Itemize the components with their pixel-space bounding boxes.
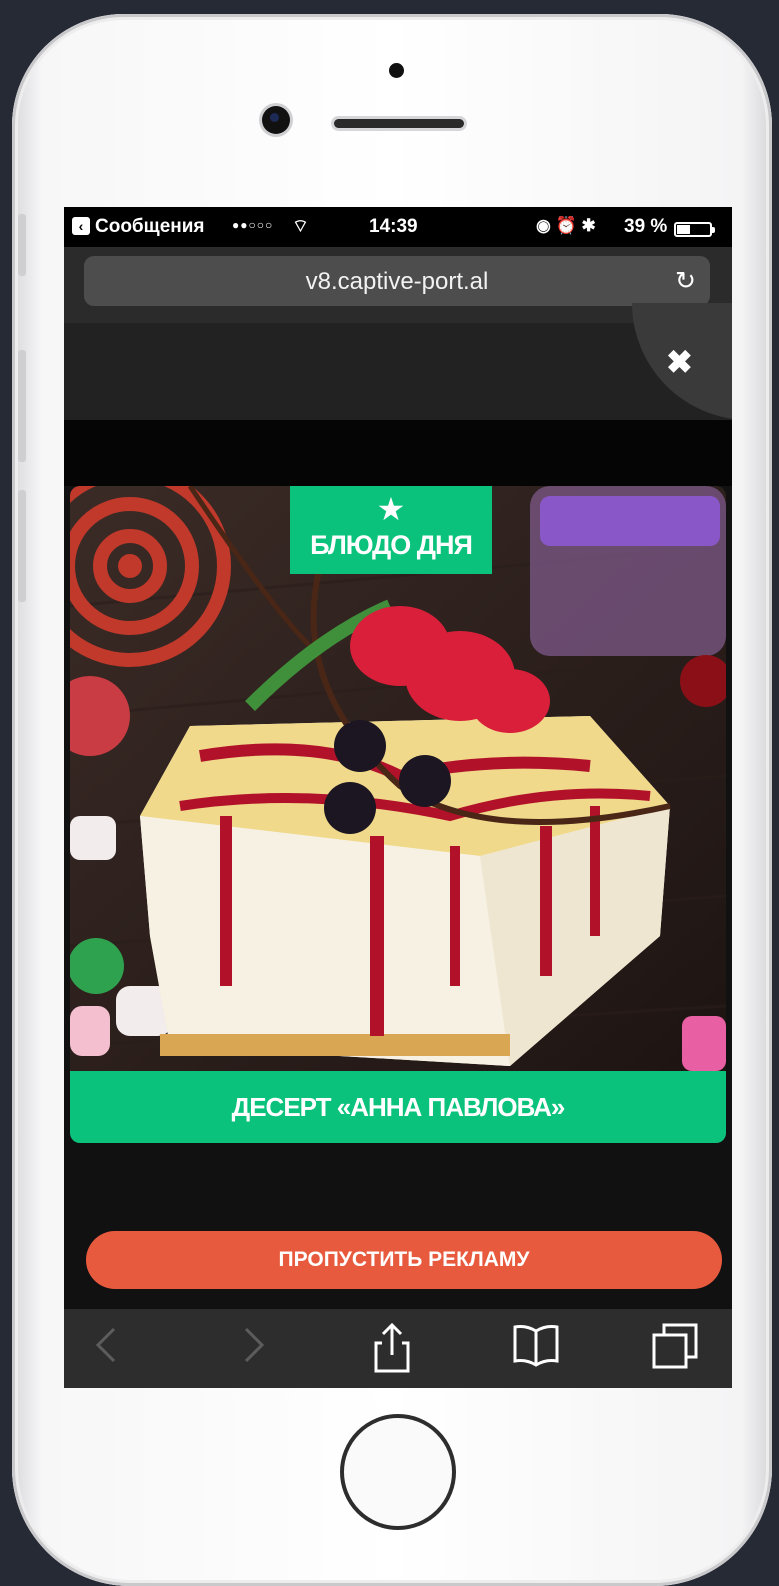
battery-icon	[674, 222, 715, 237]
wifi-icon: ⌔	[292, 216, 309, 236]
proximity-sensor	[389, 63, 404, 78]
home-button[interactable]	[340, 1414, 456, 1530]
screen: ‹ Сообщения ●●○○○ ⌔ 14:39 ◉ ⏰ ✱ 39 % v8.…	[64, 207, 732, 1388]
alarm-bluetooth-icons: ◉ ⏰ ✱	[536, 216, 596, 235]
url-text[interactable]: v8.captive-port.al	[84, 268, 710, 296]
reload-icon[interactable]: ↻	[675, 266, 696, 296]
volume-up-button	[18, 350, 26, 462]
status-bar: ‹ Сообщения ●●○○○ ⌔ 14:39 ◉ ⏰ ✱ 39 %	[64, 207, 732, 247]
ad-spacer	[64, 420, 732, 486]
mute-switch	[18, 214, 26, 276]
forward-arrow-icon[interactable]	[242, 1323, 266, 1367]
close-icon[interactable]: ✖	[666, 343, 693, 381]
skip-ad-button[interactable]: ПРОПУСТИТЬ РЕКЛАМУ	[86, 1231, 722, 1289]
signal-strength: ●●○○○	[232, 218, 274, 232]
dish-caption: ДЕСЕРТ «АННА ПАВЛОВА»	[70, 1071, 726, 1143]
front-camera	[262, 106, 290, 134]
dish-of-day-badge: ★ БЛЮДО ДНЯ	[290, 486, 492, 574]
star-icon: ★	[376, 491, 406, 527]
earpiece-speaker	[334, 119, 464, 128]
tabs-icon[interactable]	[652, 1323, 698, 1369]
volume-down-button	[18, 490, 26, 602]
back-arrow-icon[interactable]	[94, 1323, 118, 1367]
status-time: 14:39	[369, 216, 418, 237]
ad-card[interactable]: ★ БЛЮДО ДНЯ ДЕСЕРТ «АННА ПАВЛОВА»	[70, 486, 726, 1143]
battery-percent: 39 %	[624, 216, 668, 237]
browser-toolbar	[64, 1309, 732, 1388]
back-to-app-label[interactable]: Сообщения	[95, 216, 205, 238]
ad-top-bar	[64, 323, 732, 420]
bookmarks-icon[interactable]	[512, 1323, 560, 1367]
back-icon[interactable]: ‹	[72, 217, 90, 235]
address-bar[interactable]: v8.captive-port.al ↻	[84, 256, 710, 306]
page-content: ✖ ★ БЛЮДО ДНЯ ДЕСЕРТ «АННА ПАВЛОВА» ПРОП…	[64, 303, 732, 1309]
share-icon[interactable]	[374, 1323, 410, 1373]
badge-label: БЛЮДО ДНЯ	[310, 530, 473, 560]
